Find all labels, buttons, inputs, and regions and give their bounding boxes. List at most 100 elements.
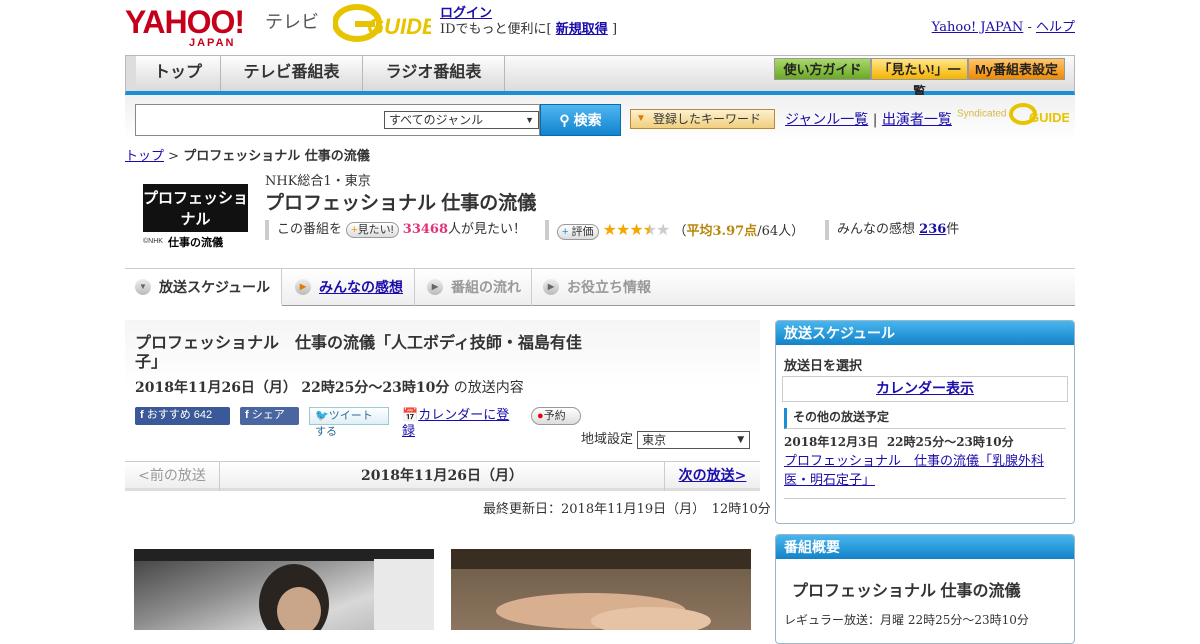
- keyword-button[interactable]: 登録したキーワード: [630, 109, 775, 129]
- program-stats: この番組を +見たい! 33468人が見たい！: [265, 220, 526, 240]
- genre-list-link[interactable]: ジャンル一覧: [785, 112, 868, 128]
- episode-date: 2018年11月26日（月）: [135, 380, 297, 396]
- tab-reviews[interactable]: ▶ みんなの感想: [285, 269, 415, 306]
- divider: |: [872, 112, 878, 128]
- svg-text:GUIDE: GUIDE: [1029, 110, 1069, 125]
- rating-votes: /64人）: [757, 224, 805, 239]
- my-schedule-button[interactable]: My番組表設定: [968, 58, 1065, 80]
- review-suffix: 件: [946, 222, 960, 237]
- login-desc: IDでもっと便利に[: [440, 22, 552, 37]
- tab-reviews-label[interactable]: みんなの感想: [319, 279, 403, 295]
- want-button-label: 見たい!: [357, 224, 394, 236]
- yahoo-japan-link[interactable]: Yahoo! JAPAN: [932, 20, 1024, 35]
- thumbnail-credit: ©NHK: [143, 238, 163, 245]
- search-bar: すべてのジャンル ⚲ 検索 登録したキーワード ジャンル一覧 | 出演者一覧 S…: [125, 95, 1075, 140]
- guide-button[interactable]: 使い方ガイド: [774, 58, 871, 80]
- tab-info-label: お役立ち情報: [567, 279, 651, 295]
- tweet-button[interactable]: 🐦ツイートする: [309, 407, 389, 438]
- calendar-register[interactable]: 📅カレンダーに登録: [397, 407, 527, 438]
- star-rating: ★★★★★: [602, 220, 671, 239]
- sidebar-overview: 番組概要 プロフェッショナル 仕事の流儀 レギュラー放送：月曜 22時25分～2…: [775, 534, 1075, 644]
- thumbnail-subtitle: 仕事の流儀: [159, 233, 232, 251]
- search-button[interactable]: ⚲ 検索: [540, 104, 621, 136]
- other-program-link[interactable]: プロフェッショナル 仕事の流儀「乳腺外科医・明石定子」: [784, 454, 1044, 488]
- want-button[interactable]: +見たい!: [346, 222, 399, 238]
- broadcast-pager: <前の放送 2018年11月26日（月） 次の放送>: [125, 461, 760, 491]
- rating-block: + 評価 ★★★★★ （平均3.97点/64人）: [545, 220, 804, 240]
- reserve-label: 予約: [543, 410, 566, 422]
- calendar-display-link[interactable]: カレンダー表示: [876, 381, 974, 397]
- gguide-logo[interactable]: GUIDE: [332, 4, 438, 42]
- yahoo-japan-logo[interactable]: YAHOO! JAPAN: [125, 6, 245, 49]
- record-icon: ●: [537, 410, 544, 422]
- syndicated-logo: Syndicated GUIDE: [957, 103, 1071, 125]
- rating-open: （: [673, 224, 687, 239]
- region-setting: 地域設定 東京: [581, 428, 751, 449]
- tab-schedule[interactable]: ▼ 放送スケジュール: [125, 269, 282, 306]
- episode-photo-2: [451, 549, 751, 630]
- other-program[interactable]: プロフェッショナル 仕事の流儀「乳腺外科医・明石定子」: [784, 450, 1066, 499]
- genre-select[interactable]: すべてのジャンル: [384, 111, 539, 129]
- nav-tab-radio[interactable]: ラジオ番組表: [363, 56, 505, 91]
- breadcrumb-current: プロフェッショナル 仕事の流儀: [183, 149, 370, 164]
- search-icon: ⚲: [559, 112, 570, 128]
- tab-info: ▶ お役立ち情報: [533, 269, 673, 306]
- prev-broadcast: <前の放送: [125, 462, 220, 491]
- nav-tab-top[interactable]: トップ: [126, 56, 221, 91]
- tab-schedule-label: 放送スケジュール: [159, 279, 271, 295]
- next-broadcast[interactable]: 次の放送>: [664, 462, 760, 491]
- separator: -: [1027, 20, 1032, 35]
- fb-share-label: シェア: [251, 409, 285, 421]
- play-icon: ▶: [427, 279, 443, 295]
- rating-button[interactable]: + 評価: [557, 224, 599, 240]
- region-select[interactable]: 東京: [637, 430, 751, 449]
- program-title: プロフェッショナル 仕事の流儀: [265, 193, 537, 214]
- main-nav: トップ テレビ番組表 ラジオ番組表 使い方ガイド 「見たい!」一覧 My番組表設…: [125, 55, 1075, 99]
- twitter-icon: 🐦: [315, 410, 329, 422]
- nav-tab-tv[interactable]: テレビ番組表: [221, 56, 363, 91]
- episode-title: プロフェッショナル 仕事の流儀「人工ボディ技師・福島有佳子」: [135, 335, 582, 371]
- calendar-display[interactable]: カレンダー表示: [782, 376, 1068, 402]
- sidebar-schedule-header: 放送スケジュール: [776, 321, 1074, 345]
- overview-title: プロフェッショナル 仕事の流儀: [792, 583, 1021, 600]
- calendar-icon: 📅: [402, 407, 419, 422]
- play-icon: ▶: [295, 279, 311, 295]
- tab-flow: ▶ 番組の流れ: [417, 269, 532, 306]
- program-header: プロフェッショナル 仕事の流儀 ©NHK NHK総合1・東京 プロフェッショナル…: [125, 170, 1075, 260]
- facebook-icon: f: [245, 409, 249, 421]
- search-links: ジャンル一覧 | 出演者一覧: [785, 109, 952, 129]
- fb-count: 642: [193, 409, 213, 421]
- episode-photo-1: [134, 549, 434, 630]
- calendar-register-link[interactable]: カレンダーに登録: [402, 407, 509, 438]
- episode-datetime: 2018年11月26日（月） 22時25分～23時10分 の放送内容: [135, 377, 524, 397]
- current-broadcast-date: 2018年11月26日（月）: [361, 468, 523, 484]
- content-tabs: ▼ 放送スケジュール ▶ みんなの感想 ▶ 番組の流れ ▶ お役立ち情報: [125, 268, 1075, 306]
- fb-recommend-button[interactable]: f おすすめ 642: [135, 407, 230, 425]
- breadcrumb-top[interactable]: トップ: [125, 149, 164, 164]
- tab-flow-label: 番組の流れ: [451, 279, 521, 295]
- review-count-link[interactable]: 236: [919, 222, 946, 237]
- tv-label: テレビ: [265, 12, 319, 32]
- reserve-button[interactable]: ●予約: [531, 407, 581, 425]
- sidebar-schedule: 放送スケジュール 放送日を選択 カレンダー表示 その他の放送予定 2018年12…: [775, 320, 1075, 524]
- select-date-label: 放送日を選択: [784, 359, 863, 374]
- performer-list-link[interactable]: 出演者一覧: [882, 112, 952, 128]
- want-suffix: 人が見たい！: [448, 222, 527, 237]
- want-prefix: この番組を: [277, 222, 343, 237]
- fb-recommend-label: おすすめ: [146, 409, 191, 421]
- sidebar-overview-header: 番組概要: [776, 535, 1074, 559]
- other-time: 22時25分～23時10分: [886, 435, 1014, 449]
- fb-share-button[interactable]: f シェア: [240, 407, 299, 425]
- other-date: 2018年12月3日: [784, 435, 879, 449]
- signup-link[interactable]: 新規取得: [556, 22, 608, 37]
- syndicated-label: Syndicated: [957, 108, 1007, 120]
- help-link[interactable]: ヘルプ: [1036, 20, 1075, 35]
- next-broadcast-link[interactable]: 次の放送>: [679, 468, 747, 484]
- want-list-button[interactable]: 「見たい!」一覧: [871, 58, 968, 99]
- rating-average: 平均3.97点: [686, 224, 758, 239]
- login-link[interactable]: ログイン: [440, 6, 492, 21]
- login-block: ログイン IDでもっと便利に[ 新規取得 ]: [440, 6, 617, 38]
- other-schedule-header: その他の放送予定: [784, 408, 1066, 429]
- region-label: 地域設定: [581, 432, 634, 447]
- bracket-close: ]: [611, 22, 618, 37]
